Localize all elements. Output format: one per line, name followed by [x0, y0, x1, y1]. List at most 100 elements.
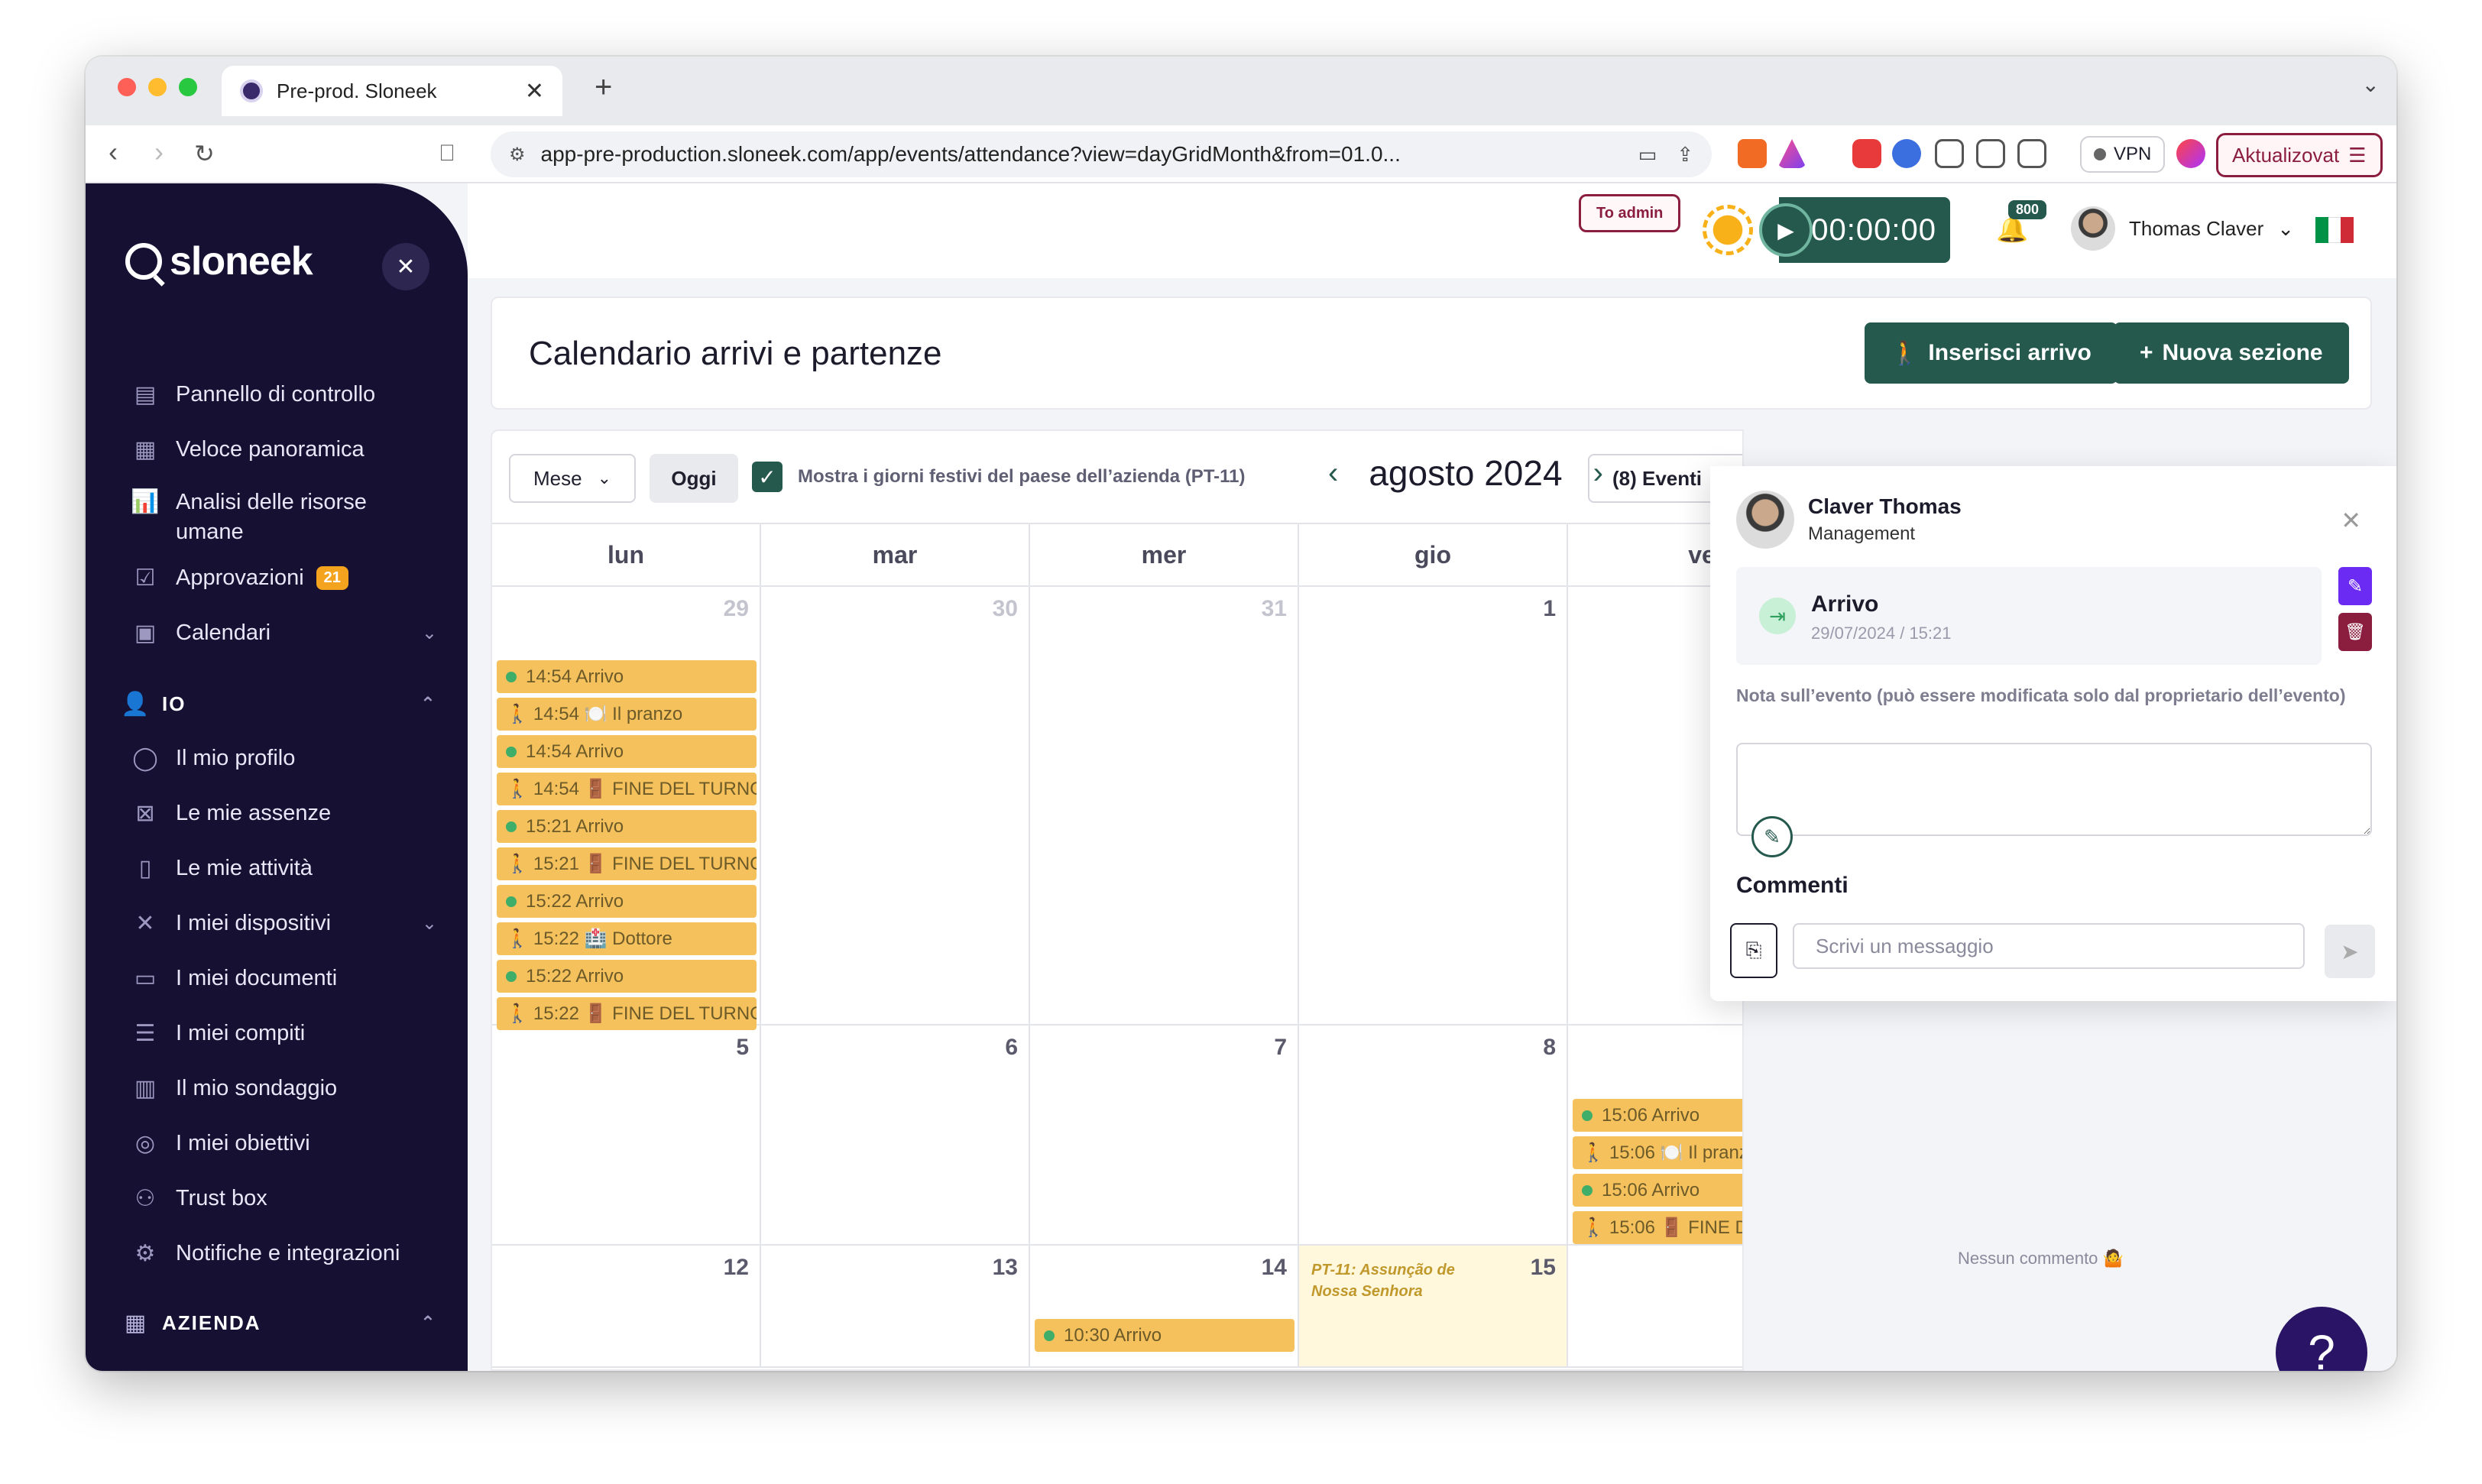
- edit-note-button[interactable]: ✎: [1751, 816, 1793, 857]
- notification-bell-icon[interactable]: 🔔 800: [1996, 200, 2047, 245]
- calendar-event[interactable]: 🚶 15:22 🏥 Dottore: [497, 922, 757, 955]
- extension-arc-icon[interactable]: [1892, 139, 1921, 168]
- extension-icon[interactable]: [1852, 139, 1881, 168]
- sidebar-item-absences[interactable]: ⊠ Le mie assenze: [131, 786, 437, 841]
- browser-window: Pre-prod. Sloneek ✕ + ⌄ ‹ › ↻ ⎕ ⚙ app-pr…: [86, 57, 2396, 1371]
- wallet-icon[interactable]: [2017, 139, 2046, 168]
- edit-event-button[interactable]: ✎: [2338, 567, 2372, 605]
- close-window-button[interactable]: [118, 78, 136, 96]
- sidebar-section-io[interactable]: 👤 IO ⌃: [121, 677, 437, 731]
- calendar-event[interactable]: 15:06 Arrivo: [1573, 1174, 1742, 1207]
- calendar-day[interactable]: 15 PT-11: Assunção de Nossa Senhora: [1299, 1246, 1568, 1366]
- calendar-event[interactable]: 15:22 Arrivo: [497, 960, 757, 993]
- italy-flag-icon[interactable]: [2315, 217, 2354, 243]
- send-button[interactable]: ➤: [2325, 925, 2375, 978]
- calendar-day[interactable]: 30: [761, 587, 1030, 1024]
- target-icon: ◎: [134, 1130, 156, 1156]
- sidebar-item-profile[interactable]: ◯ Il mio profilo: [131, 731, 437, 786]
- absence-icon: ⊠: [135, 800, 155, 826]
- trust-icon: ⚇: [134, 1185, 156, 1211]
- new-section-button[interactable]: + Nuova sezione: [2114, 322, 2349, 384]
- sidebar-item-notifications[interactable]: ⚙ Notifiche e integrazioni: [131, 1226, 437, 1281]
- cast-icon[interactable]: ▭: [1638, 143, 1657, 167]
- calendar-day[interactable]: 31: [1030, 587, 1299, 1024]
- calendar-day[interactable]: 13: [761, 1246, 1030, 1366]
- calendar-day[interactable]: [1568, 1246, 1742, 1366]
- help-button[interactable]: ?: [2276, 1307, 2367, 1371]
- sidebar-item-tasks[interactable]: ☰ I miei compiti: [131, 1006, 437, 1061]
- user-menu[interactable]: Thomas Claver ⌄: [2071, 206, 2294, 251]
- message-input[interactable]: Scrivi un messaggio: [1793, 923, 2305, 969]
- section-label: IO: [162, 692, 186, 715]
- calendar-event[interactable]: 15:06 Arrivo: [1573, 1099, 1742, 1132]
- sidebar-section-azienda[interactable]: ▦ AZIENDA ⌃: [122, 1296, 437, 1350]
- calendar-event[interactable]: 15:22 Arrivo: [497, 885, 757, 918]
- sidebar-toggle-icon[interactable]: [1976, 139, 2005, 168]
- update-button[interactable]: Aktualizovat ☰: [2216, 133, 2383, 177]
- attach-file-button[interactable]: ⎘: [1730, 923, 1777, 978]
- today-button[interactable]: Oggi: [650, 454, 738, 503]
- note-textarea[interactable]: [1736, 743, 2372, 836]
- calendar-day[interactable]: 6: [761, 1026, 1030, 1244]
- forward-icon[interactable]: ›: [154, 136, 164, 168]
- maximize-window-button[interactable]: [179, 78, 197, 96]
- calendar-event[interactable]: 10:30 Arrivo: [1035, 1319, 1294, 1352]
- prev-month-icon[interactable]: ‹: [1328, 456, 1338, 491]
- holidays-checkbox[interactable]: ✓: [752, 462, 783, 492]
- calendar-day[interactable]: 8: [1299, 1026, 1568, 1244]
- tab-list-chevron-icon[interactable]: ⌄: [2362, 72, 2380, 97]
- sloneek-logo[interactable]: sloneek: [125, 238, 313, 284]
- sidebar-item-goals[interactable]: ◎ I miei obiettivi: [131, 1116, 437, 1171]
- play-icon[interactable]: ▶: [1759, 203, 1813, 257]
- puzzle-icon[interactable]: [1935, 139, 1964, 168]
- browser-tab[interactable]: Pre-prod. Sloneek ✕: [222, 66, 562, 116]
- sidebar-item-hr-analytics[interactable]: 📊 Analisi delle risorse umane: [131, 477, 437, 550]
- sidebar-item-activities[interactable]: ▯ Le mie attività: [131, 841, 437, 896]
- calendar-event[interactable]: 🚶 15:06 🍽️ Il pranzo: [1573, 1136, 1742, 1169]
- reload-icon[interactable]: ↻: [194, 139, 215, 168]
- share-icon[interactable]: ⇪: [1677, 143, 1693, 167]
- vpn-button[interactable]: VPN: [2080, 136, 2166, 173]
- brave-shield-icon[interactable]: [1738, 139, 1767, 168]
- sidebar-item-documents[interactable]: ▭ I miei documenti: [131, 951, 437, 1006]
- delete-event-button[interactable]: 🗑: [2338, 613, 2372, 651]
- calendar-day[interactable]: 7: [1030, 1026, 1299, 1244]
- sidebar-item-devices[interactable]: ✕ I miei dispositivi ⌄: [131, 896, 437, 951]
- calendar-day[interactable]: 14 10:30 Arrivo: [1030, 1246, 1299, 1366]
- calendar-event[interactable]: 🚶 15:21 🚪 FINE DEL TURNO: [497, 847, 757, 880]
- calendar-event[interactable]: 🚶 14:54 🍽️ Il pranzo: [497, 698, 757, 731]
- calendar-day[interactable]: 12: [492, 1246, 761, 1366]
- calendar-day[interactable]: 5: [492, 1026, 761, 1244]
- calendar-event[interactable]: 15:21 Arrivo: [497, 810, 757, 843]
- sidebar-close-button[interactable]: ✕: [382, 243, 429, 290]
- tab-close-icon[interactable]: ✕: [525, 78, 544, 105]
- back-icon[interactable]: ‹: [109, 136, 118, 168]
- url-field[interactable]: ⚙ app-pre-production.sloneek.com/app/eve…: [491, 131, 1712, 177]
- calendar-day[interactable]: 15:06 Arrivo 🚶 15:06 🍽️ Il pranzo 15:06 Arr…: [1568, 1026, 1742, 1244]
- calendar-day[interactable]: 29 14:54 Arrivo 🚶 14:54 🍽️ Il pranzo 14:54 A…: [492, 587, 761, 1030]
- sidebar-item-approvals[interactable]: ☑ Approvazioni 21: [131, 550, 437, 605]
- file-upload-icon: ⎘: [1745, 938, 1762, 961]
- book-icon: ▯: [138, 855, 152, 881]
- calendar-event[interactable]: 🚶15:06 🚪 FINE DEL TURNO: [1573, 1211, 1742, 1244]
- new-tab-icon[interactable]: +: [595, 70, 612, 105]
- calendar-event[interactable]: 🚶 14:54 🚪 FINE DEL TURNO: [497, 773, 757, 805]
- view-select[interactable]: Mese ⌄: [509, 454, 636, 503]
- leo-icon[interactable]: [2176, 139, 2205, 168]
- sidebar-item-calendars[interactable]: ▣ Calendari ⌄: [131, 605, 437, 660]
- sidebar-item-survey[interactable]: ▥ Il mio sondaggio: [131, 1061, 437, 1116]
- sidebar-item-overview[interactable]: ▦ Veloce panoramica: [131, 422, 437, 477]
- to-admin-button[interactable]: To admin: [1579, 194, 1681, 232]
- calendar-day[interactable]: 1: [1299, 587, 1568, 1024]
- calendar-event[interactable]: 14:54 Arrivo: [497, 660, 757, 693]
- day-of-week: gio: [1299, 524, 1568, 585]
- bookmark-icon[interactable]: ⎕: [440, 141, 454, 167]
- insert-arrival-button[interactable]: 🚶 Inserisci arrivo: [1865, 322, 2117, 384]
- site-settings-icon[interactable]: ⚙: [509, 144, 526, 166]
- sidebar-item-dashboard[interactable]: ▤ Pannello di controllo: [131, 367, 437, 422]
- minimize-window-button[interactable]: [148, 78, 167, 96]
- panel-close-icon[interactable]: ✕: [2341, 506, 2361, 535]
- sidebar-item-trust-box[interactable]: ⚇ Trust box: [131, 1171, 437, 1226]
- brave-rewards-icon[interactable]: [1777, 139, 1806, 168]
- calendar-event[interactable]: 14:54 Arrivo: [497, 735, 757, 768]
